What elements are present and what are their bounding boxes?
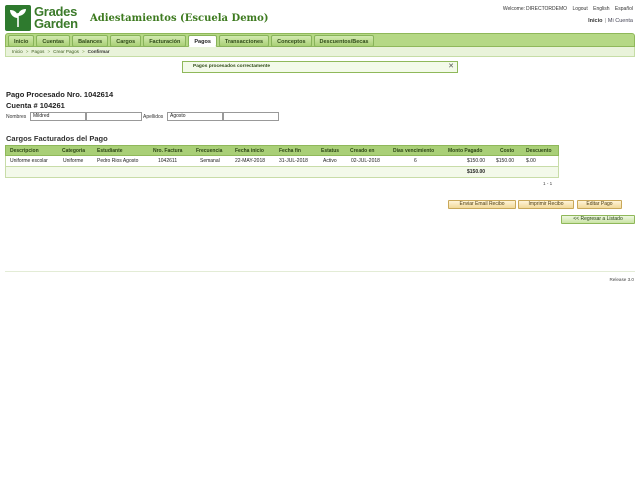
- tab-transacciones[interactable]: Transacciones: [218, 35, 270, 47]
- breadcrumb-separator: >: [81, 49, 85, 54]
- cell-estatus: Activo: [323, 158, 337, 164]
- cell-monto-pagado: $150.00: [467, 158, 486, 164]
- breadcrumb-crear-pagos[interactable]: Crear Pagos: [53, 49, 79, 54]
- espanol-link[interactable]: Español: [615, 6, 633, 12]
- last-names-label: Apellidos: [143, 114, 164, 120]
- cell-fecha-inicio: 22-MAY-2018: [235, 158, 266, 164]
- breadcrumb: Inicio > Pagos > Crear Pagos > Confirmar: [5, 47, 635, 57]
- close-icon[interactable]: ✕: [448, 62, 454, 72]
- grades-garden-logo[interactable]: Grades Garden: [5, 5, 83, 31]
- breadcrumb-pagos[interactable]: Pagos: [31, 49, 44, 54]
- charges-table: Descripcion Categoria Estudiante Nro. Fa…: [5, 145, 559, 178]
- main-nav: Inicio Cuentas Balances Cargos Facturaci…: [5, 33, 635, 47]
- my-account-link[interactable]: Mi Cuenta: [608, 18, 633, 24]
- cell-costo: $150.00: [496, 158, 515, 164]
- home-link[interactable]: Inicio: [588, 18, 602, 24]
- first-name-field[interactable]: Mildred: [30, 112, 86, 121]
- table-total-row: $150.00: [5, 167, 559, 178]
- cell-categoria: Uniforme: [63, 158, 84, 164]
- account-number: Cuenta # 104261: [6, 101, 65, 110]
- cell-descripcion: Uniforme escolar: [10, 158, 48, 164]
- tab-descuentos-becas[interactable]: Descuentos/Becas: [313, 35, 375, 47]
- link-separator: |: [604, 18, 606, 24]
- second-last-name-field[interactable]: [223, 112, 279, 121]
- tab-cargos[interactable]: Cargos: [110, 35, 142, 47]
- edit-payment-button[interactable]: Editar Pago: [577, 200, 622, 209]
- total-paid: $150.00: [467, 169, 486, 175]
- send-email-receipt-button[interactable]: Enviar Email Recibo: [448, 200, 516, 209]
- cell-fecha-fin: 31-JUL-2018: [279, 158, 308, 164]
- tab-balances[interactable]: Balances: [72, 35, 109, 47]
- names-row: Nombres Mildred Apellidos Agosto: [6, 112, 306, 122]
- print-receipt-button[interactable]: Imprimir Recibo: [518, 200, 574, 209]
- cell-creado-en: 02-JUL-2018: [351, 158, 380, 164]
- school-name: Adiestamientos (Escuela Demo): [90, 13, 269, 24]
- tab-conceptos[interactable]: Conceptos: [271, 35, 312, 47]
- breadcrumb-current: Confirmar: [87, 49, 110, 54]
- username: DIRECTORDEMO: [526, 6, 568, 12]
- account-links: Inicio | Mi Cuenta: [588, 18, 633, 24]
- footer-divider: [5, 271, 635, 272]
- success-alert: Pagos procesados correctamente ✕: [182, 61, 458, 73]
- cell-estudiante: Pedro Rios Agosto: [97, 158, 139, 164]
- top-user-links: Welcome:DIRECTORDEMO Logout English Espa…: [499, 6, 633, 12]
- breadcrumb-separator: >: [25, 49, 29, 54]
- tab-cuentas[interactable]: Cuentas: [36, 35, 71, 47]
- cell-descuento: $.00: [526, 158, 536, 164]
- charges-section-title: Cargos Facturados del Pago: [6, 134, 108, 143]
- names-label: Nombres: [6, 114, 27, 120]
- payment-title: Pago Procesado Nro. 1042614: [6, 90, 114, 99]
- cell-nro-factura: 1042611: [158, 158, 178, 164]
- pager-info: 1 - 1: [543, 181, 553, 186]
- tab-inicio[interactable]: Inicio: [8, 35, 35, 47]
- release-version: Release 3.0: [609, 277, 634, 282]
- breadcrumb-separator: >: [47, 49, 51, 54]
- table-header: Descripcion Categoria Estudiante Nro. Fa…: [5, 145, 559, 156]
- tab-facturacion[interactable]: Facturación: [143, 35, 187, 47]
- cell-frecuencia: Semanal: [200, 158, 220, 164]
- table-row[interactable]: Uniforme escolar Uniforme Pedro Rios Ago…: [5, 156, 559, 167]
- logout-link[interactable]: Logout: [572, 6, 587, 12]
- welcome-label: Welcome:: [502, 6, 526, 12]
- logo-text-garden: Garden: [34, 16, 78, 31]
- alert-message: Pagos procesados correctamente: [193, 64, 271, 69]
- app-header: Grades Garden Adiestamientos (Escuela De…: [0, 0, 640, 34]
- breadcrumb-inicio[interactable]: Inicio: [12, 49, 23, 54]
- tab-pagos[interactable]: Pagos: [188, 35, 217, 47]
- leaf-logo-icon: [5, 5, 31, 31]
- last-name-field[interactable]: Agosto: [167, 112, 223, 121]
- cell-dias-vencimiento: 6: [414, 158, 417, 164]
- back-to-list-button[interactable]: << Regresar a Listado: [561, 215, 635, 224]
- second-name-field[interactable]: [86, 112, 142, 121]
- english-link[interactable]: English: [593, 6, 609, 12]
